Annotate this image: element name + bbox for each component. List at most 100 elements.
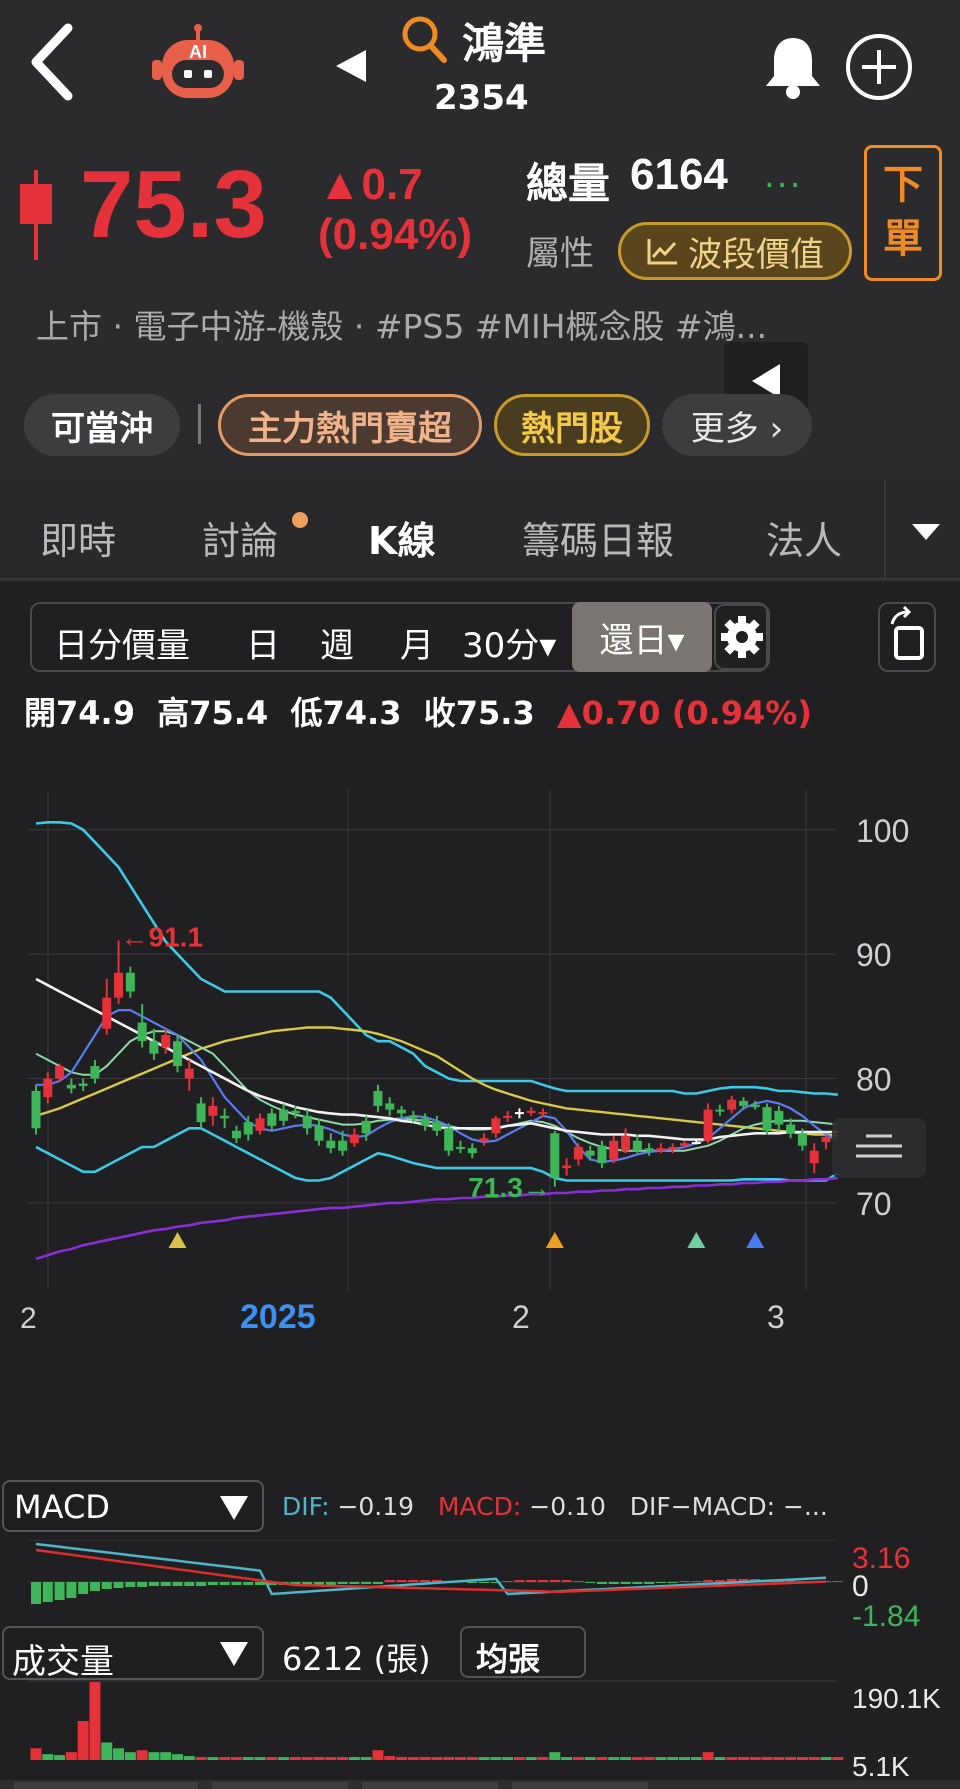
tab-discussion[interactable]: 討論 (202, 510, 278, 565)
macd-histogram-bar (372, 1582, 383, 1584)
stock-code: 2354 (434, 78, 529, 118)
macd-chart[interactable]: 3.160-1.84 (0, 1540, 960, 1630)
period-30min[interactable]: 30分▾ (462, 618, 556, 667)
candle-body (125, 972, 135, 992)
volume-chart[interactable]: 190.1K 5.1K (0, 1680, 960, 1780)
volume-bar (396, 1757, 408, 1760)
volume-bar (136, 1750, 148, 1760)
candle-body (503, 1115, 513, 1118)
chip-main-force-sell[interactable]: 主力熱門賣超 (218, 394, 482, 456)
scroll-segment[interactable] (512, 1782, 648, 1789)
wave-value-label: 波段價值 (688, 234, 824, 275)
place-order-button[interactable]: 下 單 (864, 145, 942, 281)
ai-robot-icon[interactable]: AI (148, 24, 248, 106)
macd-histogram-bar (549, 1580, 560, 1582)
volume-bar (266, 1757, 278, 1760)
search-icon[interactable] (400, 14, 448, 64)
period-adjusted-day[interactable]: 還日▾ (572, 602, 712, 672)
volume-bar (101, 1742, 113, 1760)
volume-bar (478, 1757, 490, 1760)
period-day[interactable]: 日 (246, 618, 280, 667)
tab-kline[interactable]: K線 (368, 510, 435, 565)
settings-gear-icon[interactable] (714, 604, 770, 670)
candle-body (349, 1134, 359, 1144)
volume-bar (242, 1757, 254, 1760)
volume-bar (726, 1757, 738, 1760)
series-line-bb_lower (35, 1126, 839, 1182)
candle-body (809, 1150, 819, 1164)
chip-hot-stock[interactable]: 熱門股 (494, 394, 650, 456)
volume-bar (561, 1757, 573, 1760)
close-value: 收75.3 (423, 694, 535, 732)
volume-bar (337, 1757, 349, 1760)
candle-body (526, 1110, 536, 1113)
dif-macd-readout: DIF−MACD: −... (629, 1492, 828, 1521)
prev-stock-icon[interactable] (336, 50, 366, 82)
volume-dropdown[interactable]: 成交量 (2, 1626, 264, 1682)
chip-day-trade[interactable]: 可當沖 (24, 394, 180, 456)
more-dots-icon[interactable]: ... (764, 156, 802, 196)
period-intraday[interactable]: 日分價量 (54, 618, 190, 667)
add-watchlist-icon[interactable] (846, 34, 912, 100)
candle-body (573, 1146, 583, 1160)
candle-body (703, 1109, 713, 1141)
scroll-segment[interactable] (362, 1782, 498, 1789)
tab-chip-report[interactable]: 籌碼日報 (522, 510, 674, 565)
tab-dropdown-icon[interactable] (912, 524, 940, 540)
candle-body (691, 1141, 701, 1144)
series-line-ma_blue (36, 1009, 839, 1164)
period-selector: 日分價量 日 週 月 30分▾ 還日▾ (30, 602, 768, 672)
ohlc-change: ▲0.70 (0.94%) (557, 694, 812, 732)
macd-histogram-bar (42, 1582, 53, 1602)
wave-value-button[interactable]: 波段價值 (618, 222, 852, 280)
volume-bar (714, 1757, 726, 1760)
indicator-dropdown[interactable]: MACD (2, 1480, 264, 1532)
volume-bar (65, 1752, 77, 1760)
period-month[interactable]: 月 (400, 618, 434, 667)
rotate-screen-icon[interactable] (878, 602, 936, 672)
stock-name[interactable]: 鴻準 (462, 10, 546, 71)
scroll-segment[interactable] (14, 1782, 198, 1789)
y-tick-label: 70 (856, 1186, 892, 1222)
volume-mode-dropdown[interactable]: 均張 (460, 1626, 586, 1678)
candle-body (621, 1135, 631, 1151)
price-change-percent: (0.94%) (318, 210, 473, 259)
macd-histogram-bar (655, 1582, 666, 1583)
macd-histogram-bar (408, 1580, 419, 1582)
volume-bar (466, 1757, 478, 1760)
volume-bar (360, 1757, 372, 1760)
candle-body (302, 1115, 312, 1129)
total-volume-value: 6164 (630, 150, 728, 199)
volume-bar (254, 1757, 266, 1760)
candle-body (585, 1150, 595, 1156)
scroll-segment[interactable] (212, 1782, 348, 1789)
volume-row: 成交量 6212 (張) 均張 (0, 1624, 960, 1684)
volume-bar (195, 1757, 207, 1760)
candlestick-chart[interactable]: 100 90 80 70 ←91.1 71.3→ 2 2025 2 3 (0, 780, 960, 1480)
series-line-bb_upper (35, 820, 838, 1096)
tab-institutional[interactable]: 法人 (766, 510, 842, 565)
volume-bar (54, 1755, 66, 1760)
candle-body (550, 1133, 560, 1179)
bell-icon[interactable] (760, 32, 826, 102)
candle-body (66, 1084, 76, 1089)
volume-bar (160, 1752, 172, 1760)
candle-body (31, 1090, 41, 1129)
macd-histogram-bar (207, 1582, 218, 1585)
candle-body (597, 1145, 607, 1164)
chip-more[interactable]: 更多 › (662, 394, 812, 456)
candle-body (455, 1146, 465, 1149)
candle-body (538, 1112, 548, 1115)
volume-bar (289, 1757, 301, 1760)
industry-tags[interactable]: 上市 · 電子中游-機殼 · #PS5 #MIH概念股 #鴻... (36, 300, 866, 348)
period-week[interactable]: 週 (320, 618, 354, 667)
dropdown-caret-icon (220, 1496, 248, 1520)
candle-body (786, 1124, 796, 1134)
volume-bar (183, 1756, 195, 1760)
tab-realtime[interactable]: 即時 (40, 510, 116, 565)
volume-bar (749, 1757, 761, 1760)
back-arrow-icon[interactable] (26, 22, 86, 102)
macd-histogram-bar (172, 1582, 183, 1586)
order-label-1: 下 (883, 162, 923, 208)
candle-body (231, 1130, 241, 1139)
